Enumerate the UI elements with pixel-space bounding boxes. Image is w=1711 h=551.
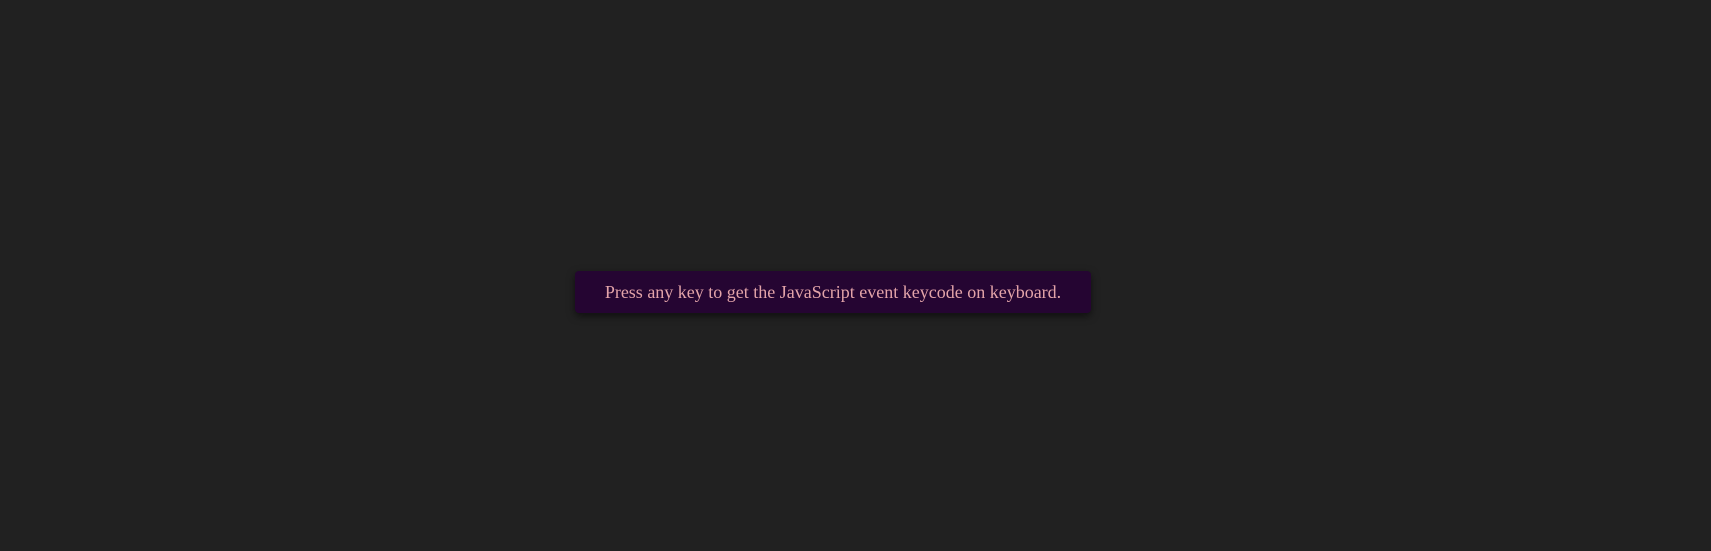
page-stage: Press any key to get the JavaScript even… [0, 0, 1711, 551]
keycode-prompt-text: Press any key to get the JavaScript even… [604, 281, 1062, 302]
keycode-prompt-box: Press any key to get the JavaScript even… [575, 271, 1091, 313]
